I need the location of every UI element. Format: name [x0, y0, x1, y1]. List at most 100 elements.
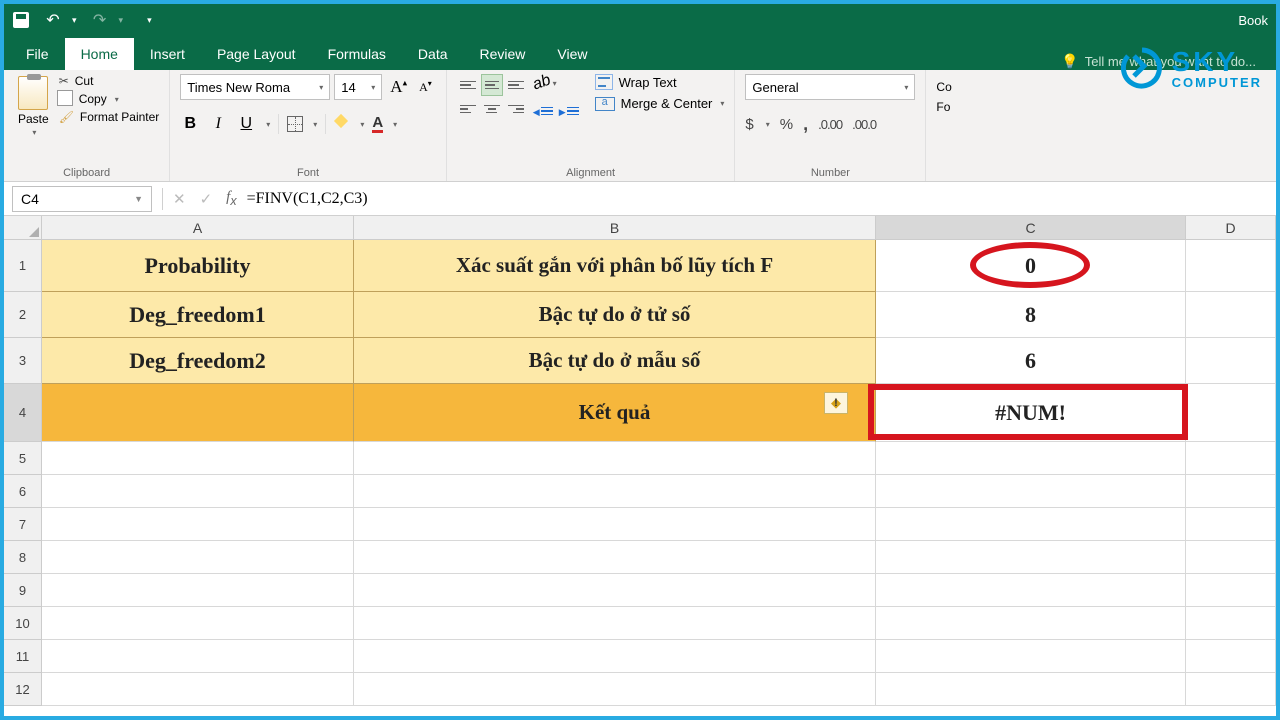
cell-b11[interactable] — [354, 640, 876, 673]
cell-c7[interactable] — [876, 508, 1186, 541]
cut-button[interactable]: ✂Cut — [59, 74, 160, 88]
bold-button[interactable]: B — [180, 115, 200, 133]
font-color-icon[interactable]: A — [372, 116, 383, 133]
paste-button[interactable]: Paste ▾ — [14, 74, 53, 139]
row-header-9[interactable]: 9 — [4, 574, 42, 607]
align-top-icon[interactable] — [457, 74, 479, 96]
cell-c4[interactable]: #NUM! — [876, 384, 1186, 442]
cell-b6[interactable] — [354, 475, 876, 508]
fill-dropdown-icon[interactable]: ▾ — [360, 120, 364, 129]
conditional-formatting-truncated[interactable]: Co — [936, 80, 951, 94]
underline-button[interactable]: U — [236, 115, 256, 133]
cell-a3[interactable]: Deg_freedom2 — [42, 338, 354, 384]
cell-d11[interactable] — [1186, 640, 1276, 673]
orientation-dropdown-icon[interactable]: ▾ — [553, 79, 557, 88]
formula-input[interactable]: =FINV(C1,C2,C3) — [237, 188, 1276, 210]
row-header-2[interactable]: 2 — [4, 292, 42, 338]
align-left-icon[interactable] — [457, 98, 479, 120]
cell-a12[interactable] — [42, 673, 354, 706]
copy-dropdown-icon[interactable]: ▾ — [115, 95, 119, 104]
error-smart-tag-icon[interactable] — [824, 392, 848, 414]
undo-dropdown-icon[interactable]: ▾ — [72, 15, 77, 26]
row-header-5[interactable]: 5 — [4, 442, 42, 475]
borders-dropdown-icon[interactable]: ▾ — [313, 120, 317, 129]
underline-dropdown-icon[interactable]: ▾ — [266, 120, 270, 129]
column-header-d[interactable]: D — [1186, 216, 1276, 240]
cell-d3[interactable] — [1186, 338, 1276, 384]
increase-indent-icon[interactable] — [559, 102, 579, 120]
cell-c12[interactable] — [876, 673, 1186, 706]
cell-d7[interactable] — [1186, 508, 1276, 541]
accounting-icon[interactable]: $ — [745, 116, 753, 133]
cell-c5[interactable] — [876, 442, 1186, 475]
cell-b7[interactable] — [354, 508, 876, 541]
paste-dropdown-icon[interactable]: ▾ — [32, 128, 36, 137]
cell-a8[interactable] — [42, 541, 354, 574]
decrease-decimal-icon[interactable]: .00 .0 — [852, 117, 876, 132]
align-right-icon[interactable] — [505, 98, 527, 120]
cell-d12[interactable] — [1186, 673, 1276, 706]
row-header-12[interactable]: 12 — [4, 673, 42, 706]
tab-formulas[interactable]: Formulas — [312, 38, 402, 70]
cell-b9[interactable] — [354, 574, 876, 607]
copy-button[interactable]: Copy▾ — [59, 92, 160, 106]
row-header-3[interactable]: 3 — [4, 338, 42, 384]
decrease-indent-icon[interactable] — [533, 102, 553, 120]
cell-a5[interactable] — [42, 442, 354, 475]
decrease-font-icon[interactable]: A▾ — [415, 77, 436, 97]
redo-dropdown-icon[interactable]: ▾ — [119, 15, 124, 26]
cell-b3[interactable]: Bậc tự do ở mẫu số — [354, 338, 876, 384]
cell-b1[interactable]: Xác suất gắn với phân bố lũy tích F — [354, 240, 876, 292]
cell-b4[interactable]: Kết quả — [354, 384, 876, 442]
cell-c10[interactable] — [876, 607, 1186, 640]
percent-icon[interactable]: % — [780, 116, 793, 133]
name-box-dropdown-icon[interactable]: ▼ — [134, 194, 143, 204]
font-name-combo[interactable]: Times New Roma▾ — [180, 74, 330, 100]
cell-c6[interactable] — [876, 475, 1186, 508]
row-header-10[interactable]: 10 — [4, 607, 42, 640]
cell-c9[interactable] — [876, 574, 1186, 607]
accounting-dropdown-icon[interactable]: ▾ — [766, 120, 770, 129]
tab-data[interactable]: Data — [402, 38, 464, 70]
cell-d8[interactable] — [1186, 541, 1276, 574]
row-header-8[interactable]: 8 — [4, 541, 42, 574]
tab-review[interactable]: Review — [464, 38, 542, 70]
cell-c3[interactable]: 6 — [876, 338, 1186, 384]
tab-file[interactable]: File — [10, 38, 65, 70]
tab-home[interactable]: Home — [65, 38, 134, 70]
align-center-icon[interactable] — [481, 98, 503, 120]
cell-d4[interactable] — [1186, 384, 1276, 442]
fill-color-icon[interactable] — [334, 116, 350, 132]
cell-d9[interactable] — [1186, 574, 1276, 607]
row-header-1[interactable]: 1 — [4, 240, 42, 292]
format-as-table-truncated[interactable]: Fo — [936, 100, 950, 114]
cell-b12[interactable] — [354, 673, 876, 706]
tab-page-layout[interactable]: Page Layout — [201, 38, 312, 70]
merge-center-button[interactable]: Merge & Center▾ — [595, 96, 725, 111]
cell-d1[interactable] — [1186, 240, 1276, 292]
increase-decimal-icon[interactable]: .0 .00 — [818, 117, 842, 132]
column-header-c[interactable]: C — [876, 216, 1186, 240]
undo-icon[interactable]: ↶ — [44, 11, 62, 29]
cell-c2[interactable]: 8 — [876, 292, 1186, 338]
cell-a6[interactable] — [42, 475, 354, 508]
cell-a4[interactable] — [42, 384, 354, 442]
format-painter-button[interactable]: 🖌Format Painter — [59, 110, 160, 124]
increase-font-icon[interactable]: A▴ — [386, 75, 411, 99]
cell-a2[interactable]: Deg_freedom1 — [42, 292, 354, 338]
align-middle-icon[interactable] — [481, 74, 503, 96]
fx-icon[interactable]: fx — [226, 189, 236, 208]
cell-c11[interactable] — [876, 640, 1186, 673]
column-header-b[interactable]: B — [354, 216, 876, 240]
cell-b8[interactable] — [354, 541, 876, 574]
cell-c8[interactable] — [876, 541, 1186, 574]
cell-a9[interactable] — [42, 574, 354, 607]
redo-icon[interactable]: ↷ — [91, 11, 109, 29]
borders-icon[interactable] — [287, 116, 303, 132]
cell-b2[interactable]: Bậc tự do ở tử số — [354, 292, 876, 338]
comma-icon[interactable]: , — [803, 114, 808, 135]
italic-button[interactable]: I — [208, 115, 228, 133]
cell-d6[interactable] — [1186, 475, 1276, 508]
row-header-4[interactable]: 4 — [4, 384, 42, 442]
tab-insert[interactable]: Insert — [134, 38, 201, 70]
